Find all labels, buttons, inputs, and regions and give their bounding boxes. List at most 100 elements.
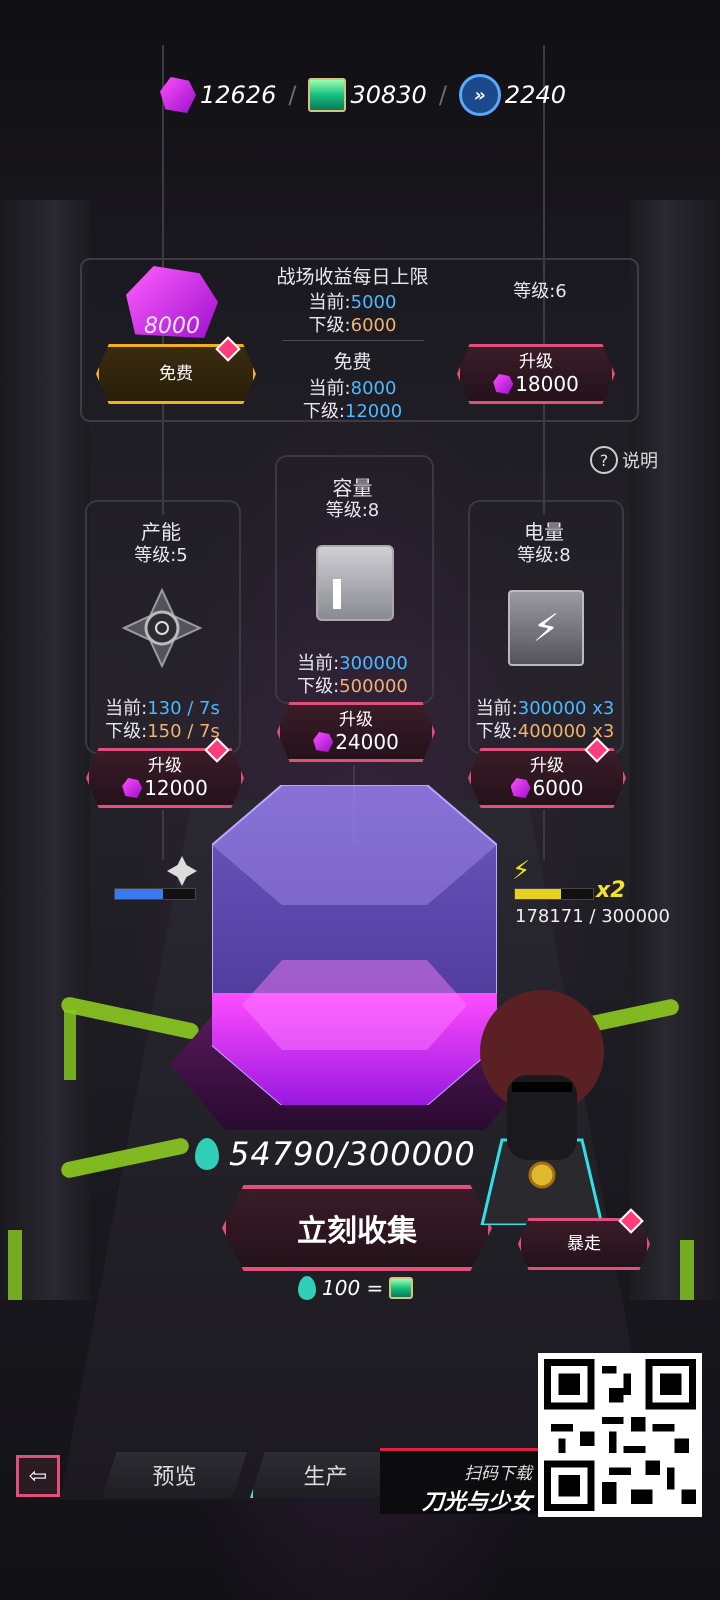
upgrade-cost: 18000 — [493, 372, 579, 396]
back-arrow-icon: ⇦ — [28, 1463, 48, 1489]
upgrade-label: 升级 — [530, 756, 564, 776]
tab-preview[interactable]: 预览 — [102, 1452, 247, 1498]
current-label: 当前: — [297, 653, 340, 674]
question-icon: ? — [590, 446, 618, 474]
gem-icon — [493, 374, 514, 394]
upgrade-label: 升级 — [519, 352, 553, 372]
gem-icon — [160, 77, 196, 113]
scroll-icon — [389, 1277, 414, 1299]
green-tube — [680, 1240, 694, 1300]
help-label: 说明 — [622, 451, 658, 472]
upgrade-cost-value: 6000 — [532, 776, 584, 800]
exchange-rate-text: 100 = — [322, 1276, 384, 1300]
collect-now-button[interactable]: 立刻收集 — [222, 1185, 492, 1271]
production-level: 等级:5 — [134, 545, 188, 566]
capacity-beaker-icon — [316, 545, 394, 621]
qr-code[interactable] — [538, 1353, 702, 1517]
upgrade-label: 升级 — [339, 710, 373, 730]
power-lightning-icon: ⚡ — [508, 590, 584, 666]
divider — [282, 340, 424, 341]
rampage-label: 暴走 — [567, 1234, 601, 1254]
gem-icon — [313, 732, 334, 752]
collect-now-label: 立刻收集 — [297, 1214, 417, 1249]
production-gear-icon — [120, 586, 204, 670]
power-bolt-icon: ⚡ — [512, 856, 531, 886]
left-wall — [0, 200, 90, 1300]
scroll-icon — [308, 78, 347, 112]
separator: / — [438, 81, 447, 109]
back-button[interactable]: ⇦ — [16, 1455, 60, 1497]
promo-scan-text: 扫码下载 — [464, 1464, 532, 1484]
conduit-line — [162, 810, 164, 860]
upgrade-cost: 12000 — [122, 776, 208, 800]
current-value: 5000 — [350, 292, 397, 313]
help-button[interactable]: ? 说明 — [590, 446, 658, 474]
daily-limit-next: 下级:6000 — [250, 311, 455, 337]
upgrade-cost-value: 24000 — [335, 730, 399, 754]
right-wall — [630, 200, 720, 1300]
next-value: 500000 — [339, 676, 408, 697]
gem-reward-amount: 8000 — [144, 314, 200, 339]
character-avatar[interactable] — [462, 990, 622, 1227]
gem-icon — [510, 778, 531, 798]
power-bar-fill — [515, 889, 562, 899]
current-label: 当前: — [308, 378, 351, 399]
free-claim-label: 免费 — [159, 364, 193, 384]
capacity-next: 下级:500000 — [285, 672, 420, 698]
gem-count: 12626 — [200, 81, 277, 109]
current-label: 当前: — [105, 698, 148, 719]
exchange-rate: 100 = — [298, 1276, 414, 1300]
beaker-level-mark — [333, 579, 341, 609]
storage-container — [211, 784, 498, 1106]
upgrade-cost: 6000 — [510, 776, 584, 800]
capacity-upgrade-button[interactable]: 升级 24000 — [277, 702, 435, 762]
promo-accent-line — [380, 1448, 540, 1451]
next-label: 下级: — [475, 721, 518, 742]
storage-amount-row: 54790/300000 — [195, 1135, 476, 1173]
next-label: 下级: — [308, 315, 351, 336]
current-label: 当前: — [475, 698, 518, 719]
next-value: 6000 — [350, 315, 397, 336]
water-drop-icon — [195, 1138, 219, 1170]
free-next: 下级:12000 — [250, 397, 455, 423]
badge-count: 2240 — [504, 81, 566, 109]
currency-bar: 12626 / 30830 / » 2240 — [160, 74, 566, 116]
upgrade-cost: 24000 — [313, 730, 399, 754]
green-tube — [8, 1230, 22, 1300]
scroll-count: 30830 — [350, 81, 427, 109]
next-value: 150 / 7s — [147, 721, 220, 742]
conduit-line — [543, 810, 545, 860]
reward-level: 等级:6 — [513, 281, 567, 302]
production-bar — [114, 888, 196, 900]
promo-game-name: 刀光与少女 — [421, 1490, 532, 1515]
promo-banner[interactable]: 扫码下载 刀光与少女 — [380, 1448, 540, 1515]
upgrade-cost-value: 12000 — [144, 776, 208, 800]
upgrade-cost-value: 18000 — [515, 372, 579, 396]
storage-amount: 54790/300000 — [229, 1135, 476, 1173]
tab-produce[interactable]: 生产 — [250, 1452, 398, 1498]
lightning-glyph: ⚡ — [532, 606, 560, 650]
current-value: 300000 — [339, 653, 408, 674]
power-level: 等级:8 — [517, 545, 571, 566]
next-label: 下级: — [297, 676, 340, 697]
current-value: 300000 x3 — [517, 698, 615, 719]
green-tube — [64, 1010, 76, 1080]
tab-preview-label: 预览 — [152, 1465, 197, 1490]
reward-upgrade-button[interactable]: 升级 18000 — [457, 344, 615, 404]
capacity-level: 等级:8 — [325, 500, 380, 521]
next-label: 下级: — [105, 721, 148, 742]
power-progress-text: 178171 / 300000 — [515, 906, 670, 927]
upgrade-label: 升级 — [148, 756, 182, 776]
tab-produce-label: 生产 — [303, 1465, 348, 1490]
power-multiplier: x2 — [596, 878, 626, 903]
next-label: 下级: — [302, 401, 345, 422]
next-value: 12000 — [344, 401, 403, 422]
power-bar — [514, 888, 594, 900]
current-value: 130 / 7s — [147, 698, 220, 719]
production-bar-fill — [115, 889, 163, 899]
chevron-badge-icon: » — [458, 74, 501, 116]
daily-limit-title: 战场收益每日上限 — [276, 266, 429, 288]
current-label: 当前: — [308, 292, 351, 313]
gem-icon — [122, 778, 143, 798]
current-value: 8000 — [350, 378, 397, 399]
